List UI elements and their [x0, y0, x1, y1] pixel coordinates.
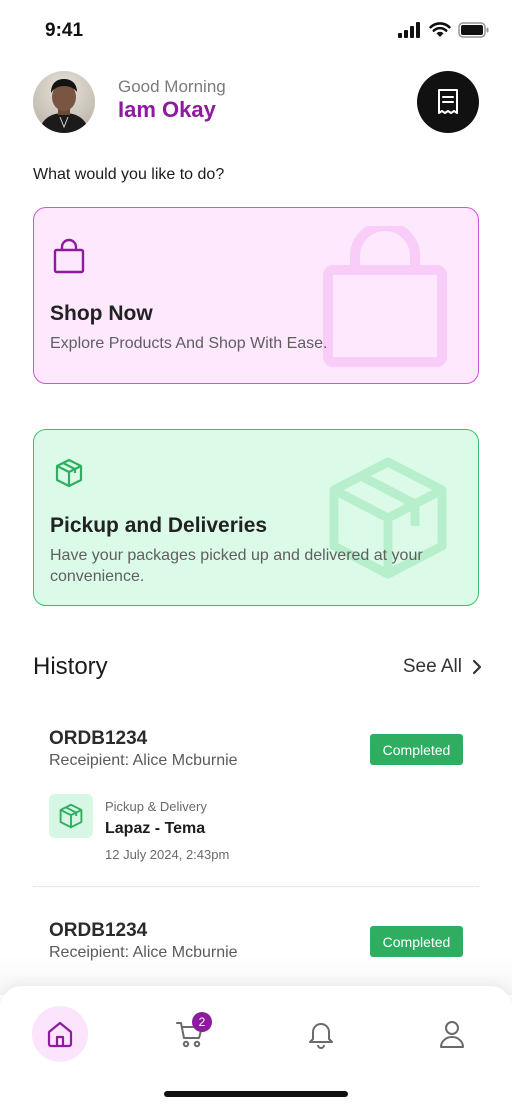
- order-id: ORDB1234: [49, 920, 148, 941]
- order-type-icon-box: [49, 794, 93, 838]
- see-all-label: See All: [402, 656, 462, 677]
- wifi-icon: [429, 22, 451, 37]
- order-type: Pickup & Delivery: [105, 799, 207, 814]
- chevron-right-icon: [472, 659, 482, 675]
- history-title: History: [33, 653, 108, 680]
- section-prompt: What would you like to do?: [33, 166, 225, 183]
- shop-now-description: Explore Products And Shop With Ease.: [50, 335, 328, 352]
- pickup-deliveries-description: Have your packages picked up and deliver…: [50, 547, 423, 585]
- bell-icon: [309, 1023, 333, 1049]
- battery-icon: [458, 22, 489, 38]
- pickup-deliveries-card[interactable]: Pickup and Deliveries Have your packages…: [33, 429, 479, 606]
- cart-count-badge: 2: [192, 1012, 212, 1032]
- signal-icon: [398, 22, 420, 38]
- history-order-item[interactable]: ORDB1234 Receipient: Alice Mcburnie Comp…: [33, 728, 479, 868]
- package-icon: [55, 458, 83, 488]
- nav-home[interactable]: [32, 1006, 88, 1062]
- order-date: 12 July 2024, 2:43pm: [105, 847, 230, 862]
- shopping-bag-icon: [53, 238, 85, 274]
- order-route: Lapaz - Tema: [105, 820, 206, 837]
- greeting-header: Good Morning Iam Okay: [33, 71, 479, 133]
- status-badge: Completed: [370, 734, 463, 765]
- shop-now-title: Shop Now: [50, 302, 153, 325]
- shop-now-card[interactable]: Shop Now Explore Products And Shop With …: [33, 207, 479, 384]
- divider: [33, 886, 479, 887]
- order-id: ORDB1234: [49, 728, 148, 749]
- nav-cart[interactable]: 2: [162, 1006, 218, 1062]
- nav-notifications[interactable]: [293, 1006, 349, 1062]
- greeting-text: Good Morning: [118, 77, 226, 96]
- avatar[interactable]: [33, 71, 95, 133]
- status-bar: 9:41: [0, 0, 512, 60]
- home-icon: [47, 1021, 73, 1048]
- nav-profile[interactable]: [424, 1006, 480, 1062]
- receipt-icon: [438, 89, 458, 114]
- see-all-link[interactable]: See All: [403, 656, 482, 678]
- pickup-deliveries-title: Pickup and Deliveries: [50, 514, 268, 537]
- user-icon: [440, 1021, 464, 1048]
- status-badge: Completed: [370, 926, 463, 957]
- user-name: Iam Okay: [118, 97, 216, 122]
- order-recipient: Receipient: Alice Mcburnie: [49, 752, 238, 769]
- receipt-button[interactable]: [417, 71, 479, 133]
- package-icon: [59, 803, 83, 829]
- status-time: 9:41: [45, 20, 84, 41]
- home-indicator: [164, 1091, 348, 1097]
- status-icons: [398, 22, 490, 38]
